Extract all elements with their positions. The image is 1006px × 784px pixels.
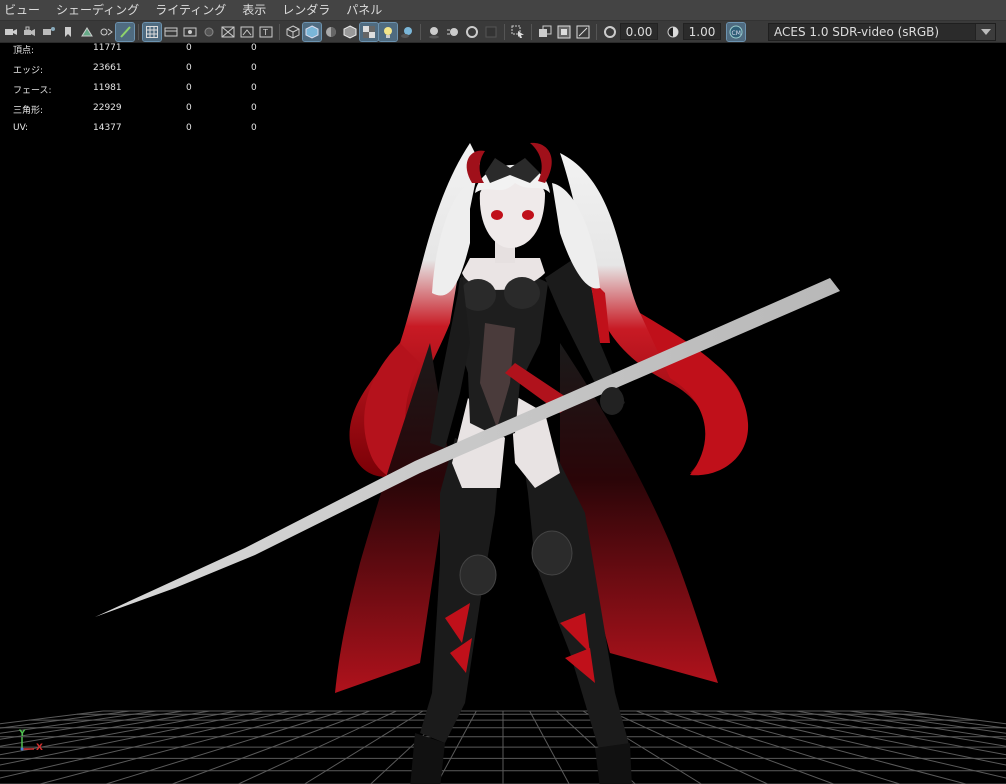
hud-label: 三角形: bbox=[13, 106, 44, 116]
bookmark-icon[interactable] bbox=[59, 23, 77, 41]
gate-mask-icon[interactable] bbox=[200, 23, 218, 41]
film-gate-icon[interactable] bbox=[162, 23, 180, 41]
chevron-down-icon[interactable] bbox=[975, 24, 995, 40]
hud-value: 0 bbox=[251, 63, 257, 73]
xray-active-icon[interactable] bbox=[574, 23, 592, 41]
hud-value: 22929 bbox=[93, 103, 122, 113]
menu-show[interactable]: 表示 bbox=[242, 0, 266, 21]
axis-y-label: Y bbox=[19, 729, 26, 739]
hud-value: 0 bbox=[251, 103, 257, 113]
exposure-field[interactable]: 0.00 bbox=[620, 23, 658, 40]
ambient-occlusion-icon[interactable] bbox=[425, 23, 443, 41]
viewport-3d[interactable]: 頂点: 11771 0 0 エッジ: 23661 0 0 フェース: 11981… bbox=[0, 43, 1006, 784]
svg-text:CM: CM bbox=[732, 30, 741, 37]
image-plane-icon[interactable] bbox=[78, 23, 96, 41]
wireframe-on-shaded-icon[interactable] bbox=[341, 23, 359, 41]
character-model bbox=[95, 142, 840, 784]
axis-x-label: X bbox=[36, 743, 43, 753]
smooth-shade-icon[interactable] bbox=[302, 21, 322, 42]
shadows-icon[interactable] bbox=[398, 23, 416, 41]
svg-text:T: T bbox=[262, 28, 268, 37]
hud-value: 0 bbox=[251, 43, 257, 53]
hud-label: 頂点: bbox=[13, 46, 35, 56]
gamma-icon[interactable] bbox=[664, 23, 682, 41]
toolbar-separator bbox=[531, 23, 532, 40]
toolbar-separator bbox=[138, 23, 139, 40]
hud-value: 0 bbox=[186, 123, 192, 133]
grid-icon[interactable] bbox=[142, 21, 162, 42]
hud-value: 11981 bbox=[93, 83, 122, 93]
hud-label: フェース: bbox=[13, 86, 52, 96]
color-management-icon[interactable]: CM bbox=[726, 21, 746, 42]
hud-value: 0 bbox=[186, 43, 192, 53]
colorspace-dropdown[interactable]: ACES 1.0 SDR-video (sRGB) bbox=[768, 23, 996, 41]
hud-label: エッジ: bbox=[13, 66, 44, 76]
hud-value: 23661 bbox=[93, 63, 122, 73]
anti-alias-icon[interactable] bbox=[463, 23, 481, 41]
toolbar-separator bbox=[596, 23, 597, 40]
colorspace-label: ACES 1.0 SDR-video (sRGB) bbox=[774, 25, 940, 39]
default-material-icon[interactable] bbox=[322, 23, 340, 41]
hud-label: UV: bbox=[13, 123, 29, 133]
menu-panels[interactable]: パネル bbox=[346, 0, 382, 21]
hud-value: 11771 bbox=[93, 43, 122, 53]
toolbar-separator bbox=[279, 23, 280, 40]
toolbar-separator bbox=[420, 23, 421, 40]
menu-shading[interactable]: シェーディング bbox=[56, 0, 139, 21]
camera-attr-icon[interactable] bbox=[40, 23, 58, 41]
safe-action-icon[interactable] bbox=[238, 23, 256, 41]
xray-joints-icon[interactable] bbox=[555, 23, 573, 41]
hud-value: 0 bbox=[186, 103, 192, 113]
panel-menubar: ビュー シェーディング ライティング 表示 レンダラ パネル bbox=[0, 0, 1006, 21]
exposure-icon[interactable] bbox=[601, 23, 619, 41]
isolate-select-icon[interactable] bbox=[509, 23, 527, 41]
two-d-pan-icon[interactable] bbox=[97, 23, 115, 41]
menu-renderer[interactable]: レンダラ bbox=[282, 0, 330, 21]
hud-value: 0 bbox=[251, 123, 257, 133]
field-chart-icon[interactable] bbox=[219, 23, 237, 41]
toolbar-separator bbox=[504, 23, 505, 40]
resolution-gate-icon[interactable] bbox=[181, 23, 199, 41]
menu-view[interactable]: ビュー bbox=[4, 0, 40, 21]
camera-icon[interactable] bbox=[2, 23, 20, 41]
hud-value: 14377 bbox=[93, 123, 122, 133]
wireframe-icon[interactable] bbox=[284, 23, 302, 41]
xray-icon[interactable] bbox=[536, 23, 554, 41]
menu-lighting[interactable]: ライティング bbox=[155, 0, 226, 21]
hud-value: 0 bbox=[186, 63, 192, 73]
lights-icon[interactable] bbox=[378, 21, 398, 42]
textured-icon[interactable] bbox=[359, 21, 379, 42]
grease-pencil-icon[interactable] bbox=[115, 21, 135, 42]
gamma-field[interactable]: 1.00 bbox=[683, 23, 721, 40]
depth-of-field-icon[interactable] bbox=[482, 23, 500, 41]
motion-blur-icon[interactable] bbox=[444, 23, 462, 41]
safe-title-icon[interactable]: T bbox=[257, 23, 275, 41]
hud-value: 0 bbox=[251, 83, 257, 93]
camera-lock-icon[interactable] bbox=[21, 23, 39, 41]
hud-value: 0 bbox=[186, 83, 192, 93]
